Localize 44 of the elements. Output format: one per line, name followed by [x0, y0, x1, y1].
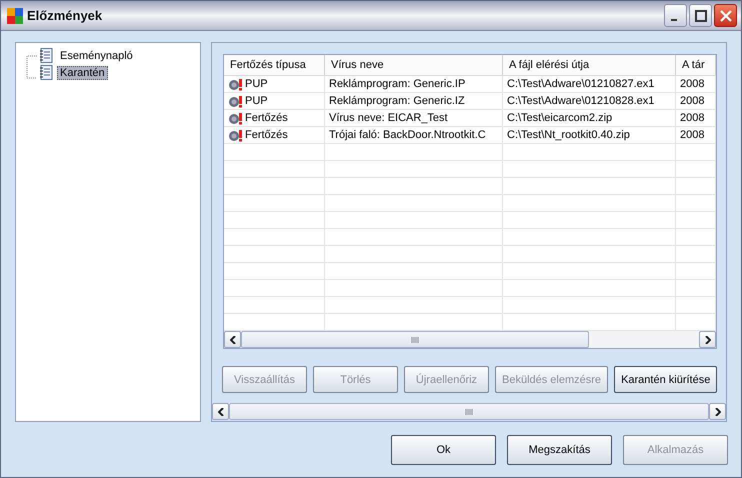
maximize-icon	[694, 10, 706, 22]
column-header[interactable]: A fájl elérési útja	[503, 55, 676, 75]
table-cell: 2008	[680, 129, 704, 141]
grip-icon	[411, 336, 420, 342]
table-cell: Reklámprogram: Generic.IZ	[329, 95, 465, 107]
column-header[interactable]: Fertőzés típusa	[224, 55, 325, 75]
tree-item[interactable]: Karantén	[57, 66, 108, 80]
notebook-icon	[39, 48, 53, 63]
table-cell: C:\Test\Adware\01210827.ex1	[507, 78, 654, 90]
minimize-icon	[671, 18, 677, 20]
table-cell: Vírus neve: EICAR_Test	[329, 112, 448, 124]
minimize-button[interactable]	[664, 4, 687, 27]
close-icon	[720, 10, 732, 22]
column-header[interactable]: Vírus neve	[325, 55, 503, 75]
table-cell: PUP	[245, 95, 268, 107]
table-cell: Reklámprogram: Generic.IP	[329, 78, 466, 90]
app-logo-icon	[7, 8, 23, 24]
window-title: Előzmények	[27, 8, 104, 23]
virus-warning-icon	[228, 112, 243, 124]
column-header[interactable]: A tár	[676, 55, 716, 75]
table-cell: Trójai faló: BackDoor.Ntrootkit.C	[329, 129, 486, 141]
horizontal-scrollbar[interactable]	[212, 403, 726, 420]
table-cell: Fertőzés	[245, 112, 288, 124]
dialog-button[interactable]: Megszakítás	[507, 435, 612, 465]
table-cell: Fertőzés	[245, 129, 288, 141]
notebook-icon	[39, 65, 53, 80]
grip-icon	[465, 408, 473, 414]
close-button[interactable]	[714, 4, 737, 27]
table-cell: 2008	[680, 78, 704, 90]
table-cell: C:\Test\eicarcom2.zip	[507, 112, 612, 124]
virus-warning-icon	[228, 78, 243, 90]
dialog-button[interactable]: Ok	[391, 435, 496, 465]
table-cell: C:\Test\Adware\01210828.ex1	[507, 95, 654, 107]
table-cell: 2008	[680, 95, 704, 107]
maximize-button[interactable]	[689, 4, 712, 27]
horizontal-scrollbar[interactable]	[224, 331, 716, 348]
table-cell: 2008	[680, 112, 704, 124]
table-cell: C:\Test\Nt_rootkit0.40.zip	[507, 129, 630, 141]
table-cell: PUP	[245, 78, 268, 90]
virus-warning-icon	[228, 128, 243, 142]
tree-item[interactable]: Eseménynapló	[57, 48, 136, 62]
action-button[interactable]: Karantén kiürítése	[614, 366, 718, 393]
virus-warning-icon	[228, 94, 243, 108]
tree-lines-drawing	[26, 55, 38, 79]
